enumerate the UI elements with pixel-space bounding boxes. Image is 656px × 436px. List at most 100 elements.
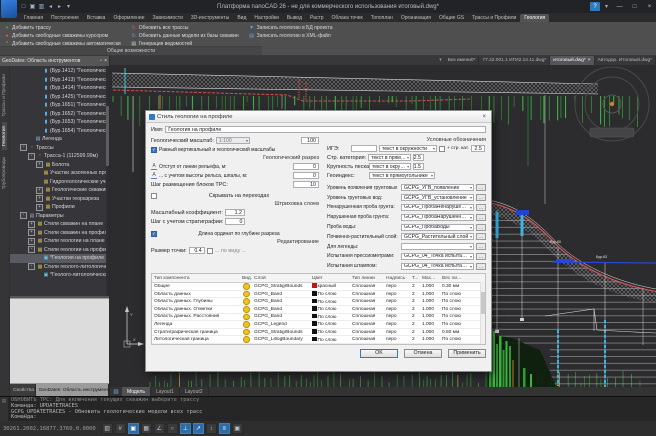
quick-access-icon[interactable]: ▥ (37, 2, 46, 11)
minimize-button[interactable]: — (613, 1, 626, 12)
tree-expander-icon[interactable] (36, 179, 41, 184)
marker-more-button[interactable]: ... (476, 184, 486, 191)
category-size-input[interactable]: 2.5 (413, 154, 424, 161)
document-tab-close-icon[interactable]: × (588, 58, 591, 63)
tree-item[interactable]: (Бур.1412) "Геологическая скважи... (10, 67, 109, 76)
close-button[interactable]: × (643, 1, 656, 12)
visibility-bulb-icon[interactable] (243, 298, 250, 305)
quick-access-icon[interactable]: ▸ (55, 2, 64, 11)
marker-combo[interactable]: GCPG_УГВ_появление ▾ (401, 184, 474, 191)
visibility-bulb-icon[interactable] (243, 314, 250, 321)
ribbon-tab[interactable]: Вид (233, 14, 250, 22)
tree-expander-icon[interactable] (36, 128, 41, 133)
offset-input[interactable]: 0 (293, 163, 319, 170)
marker-combo[interactable]: GCPG_Растительный слой ▾ (401, 233, 474, 240)
step-input[interactable]: 10 (293, 181, 319, 188)
marker-combo[interactable]: ▾ (401, 243, 474, 250)
side-tab[interactable]: Трубопроводы (2, 153, 7, 193)
table-row[interactable]: Область данных. Глубины GCPG_Band По сло… (152, 298, 485, 306)
ribbon-tab[interactable]: Вставка (83, 14, 110, 22)
quick-access-icon[interactable]: ▣ (28, 2, 37, 11)
table-header-cell[interactable]: Вид... (240, 276, 252, 281)
ribbon-tab[interactable]: Настройки (250, 14, 283, 22)
tree-item[interactable]: (Бур.1413) "Геологическая скважи... (10, 76, 109, 85)
tree-expander-icon[interactable]: + (36, 187, 43, 194)
table-row[interactable]: Область данных GCPG_Band По слою Сплошна… (152, 291, 485, 299)
app-logo[interactable] (1, 0, 17, 18)
ribbon-button[interactable]: ↻ Обновить все трассы (131, 24, 239, 31)
status-toggle-icon[interactable]: ≡ (219, 423, 230, 434)
marker-more-button[interactable]: ... (476, 233, 486, 240)
marker-more-button[interactable]: ... (476, 253, 486, 260)
table-row[interactable]: Легенда GCPG_Legend По слою Сплошная пер… (152, 321, 485, 329)
panel-bottom-tab[interactable]: Свойства (10, 384, 36, 396)
tree-item[interactable]: (Бур.1425) "Геологическая скважи... (10, 93, 109, 102)
ribbon-button[interactable]: ↻ Обновить данные модели из базы скважин (131, 32, 239, 39)
tree-expander-icon[interactable] (36, 111, 41, 116)
tree-item[interactable]: + Болота (10, 161, 109, 170)
tree-item[interactable]: Гидрогеологические участки (10, 178, 109, 187)
status-toggle-icon[interactable]: ∠ (154, 423, 165, 434)
marker-combo[interactable]: GCPG_04_Точка испытания штампом ▾ (401, 263, 474, 270)
table-header-cell[interactable]: Слой (252, 276, 310, 281)
tree-expander-icon[interactable] (36, 120, 41, 125)
table-header-cell[interactable]: Вес ли... (440, 276, 485, 281)
cancel-button[interactable]: Отмена (404, 349, 442, 358)
tree-item[interactable]: - Параметры (10, 212, 109, 221)
tree-expander-icon[interactable] (36, 171, 41, 176)
scale-coef-input[interactable]: 1.2 (225, 209, 245, 216)
marker-more-button[interactable]: ... (476, 263, 486, 270)
marker-more-button[interactable]: ... (476, 224, 486, 231)
document-tabs-dropdown-icon[interactable]: ▾ (436, 56, 444, 65)
ribbon-tab[interactable]: Трассы и Профили (468, 14, 520, 22)
tree-item[interactable]: (Бур.1651) "Геологическая скважи... (10, 101, 109, 110)
table-row[interactable]: Область данных. Отметки GCPG_Band По сло… (152, 306, 485, 314)
ige-size-input[interactable]: 2.5 (471, 145, 485, 152)
marker-more-button[interactable]: ... (476, 243, 486, 250)
tree-expander-icon[interactable] (36, 69, 41, 74)
ribbon-button[interactable]: ▤ Записать геологию в XML-файл (249, 32, 333, 39)
ribbon-tab[interactable]: Общие GS (435, 14, 468, 22)
tree-expander-icon[interactable] (36, 273, 41, 278)
quick-access-icon[interactable]: □ (19, 2, 28, 11)
ribbon-tab[interactable]: Построение (47, 14, 83, 22)
table-scrollbar-thumb[interactable] (481, 292, 485, 314)
status-toggle-icon[interactable]: ▣ (128, 423, 139, 434)
tree-expander-icon[interactable]: - (28, 263, 35, 270)
tree-item[interactable]: (Бур.1414) "Геологическая скважи... (10, 84, 109, 93)
status-toggle-icon[interactable]: ↗ (193, 423, 204, 434)
sand-size-input[interactable]: 1.5 (413, 163, 424, 170)
table-row[interactable]: Литологическая граница GCPG_LitlogBounda… (152, 336, 485, 344)
side-tab[interactable]: Геология (2, 122, 7, 150)
tree-expander-icon[interactable]: + (28, 221, 35, 228)
name-input[interactable]: Геология на профиле (165, 126, 486, 133)
visibility-bulb-icon[interactable] (243, 336, 250, 343)
ribbon-tab[interactable]: Облака точек (328, 14, 367, 22)
panel-close-icon[interactable]: × (104, 58, 107, 64)
marker-combo[interactable]: GCPG_04_Точка испытания прессиометрии ▾ (401, 253, 474, 260)
side-tab[interactable]: Трассы и Профили (2, 70, 7, 120)
marker-more-button[interactable]: ... (476, 204, 486, 211)
tree-scrollbar-thumb[interactable] (106, 106, 109, 166)
layout-tab[interactable]: Layout1 (151, 387, 180, 396)
tree-expander-icon[interactable] (36, 86, 41, 91)
ordinates-checkbox[interactable]: ✓ (151, 231, 157, 237)
tree-expander-icon[interactable] (36, 94, 41, 99)
status-toggle-icon[interactable]: # (115, 423, 126, 434)
status-toggle-icon[interactable]: ▣ (232, 423, 243, 434)
marker-more-button[interactable]: ... (476, 194, 486, 201)
panel-bottom-tab[interactable]: GeoDates: Область инструментов (36, 384, 109, 396)
ribbon-tab[interactable]: Вывод (283, 14, 306, 22)
tree-expander-icon[interactable]: - (28, 153, 35, 160)
ribbon-tab[interactable]: Оформление (109, 14, 148, 22)
tree-expander-icon[interactable] (28, 137, 33, 142)
navigation-wheel[interactable] (575, 67, 649, 141)
dialog-close-icon[interactable]: × (480, 114, 488, 120)
scale-combo[interactable]: 1:100 ▾ (216, 137, 250, 144)
tree-scrollbar[interactable] (106, 66, 109, 296)
status-toggle-icon[interactable]: ⊥ (180, 423, 191, 434)
tree-expander-icon[interactable]: - (28, 246, 35, 253)
command-panel-strip[interactable]: ▤ (0, 397, 8, 422)
ribbon-button[interactable]: + Добавить трассу (4, 24, 121, 31)
tree-item[interactable]: - Стили геолого-литологических ко... (10, 263, 109, 272)
